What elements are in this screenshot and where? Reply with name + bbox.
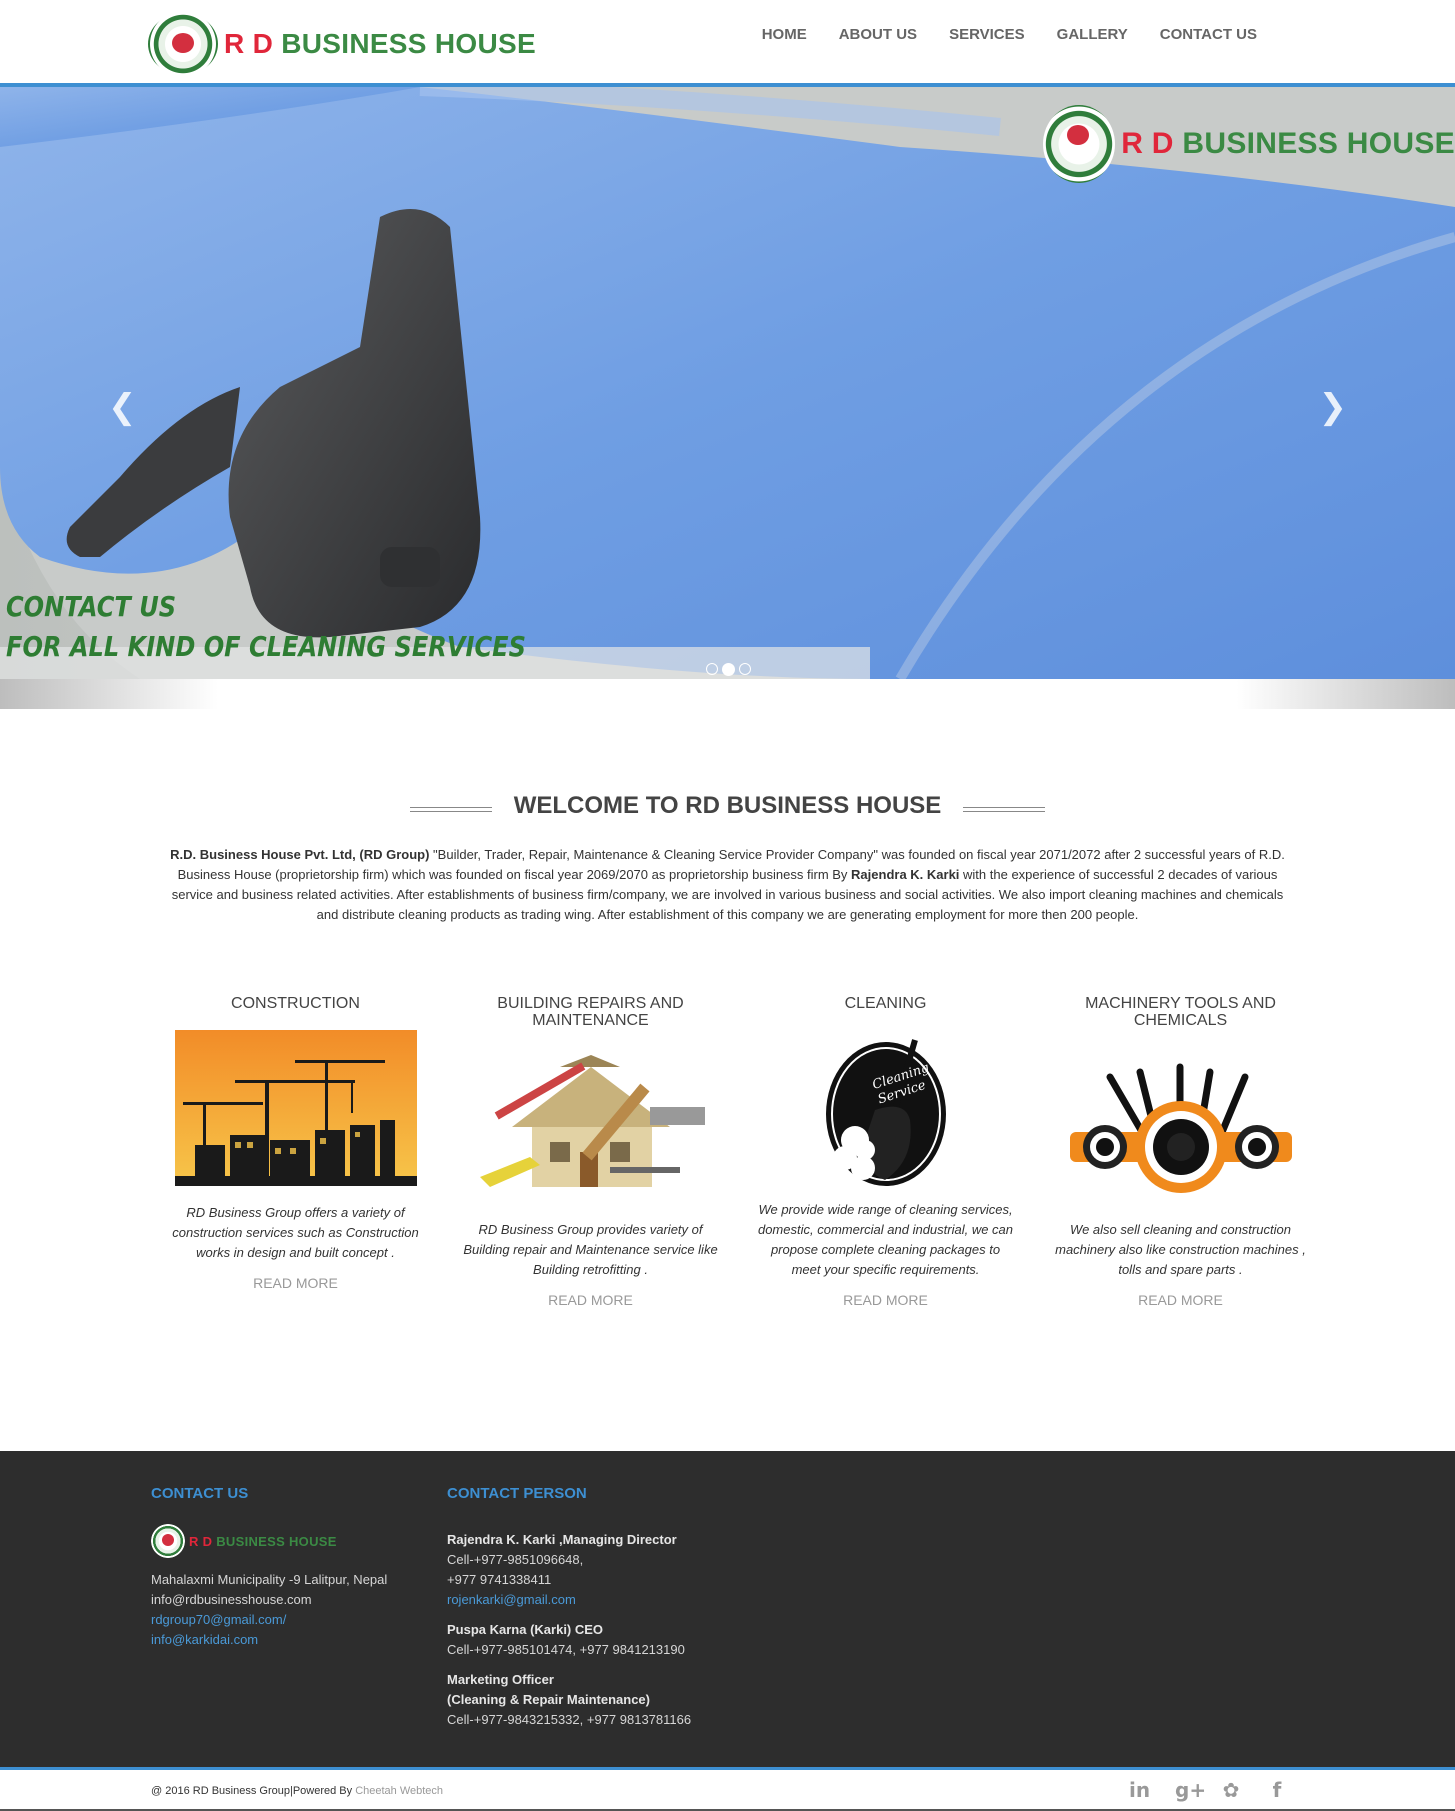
nav-services[interactable]: SERVICES — [949, 26, 1025, 43]
service-title: MACHINERY TOOLS AND CHEMICALS — [1085, 995, 1276, 1029]
contact-person-1: Rajendra K. Karki ,Managing Director Cel… — [447, 1530, 767, 1610]
powered-by-link[interactable]: Cheetah Webtech — [355, 1785, 443, 1797]
slider-shadow — [0, 679, 1455, 709]
cleaning-service-logo-icon: Cleaning Service — [825, 1039, 946, 1186]
copyright-text: @ 2016 RD Business Group|Powered By — [151, 1785, 356, 1797]
welcome-section-title: WELCOME TO RD BUSINESS HOUSE — [0, 792, 1455, 820]
footer-logo-rd: R D — [189, 1533, 213, 1549]
gears-tools-image — [1059, 1047, 1302, 1203]
logo-text: R D BUSINESS HOUSE — [224, 28, 536, 60]
service-description: We also sell cleaning and construction m… — [1055, 1222, 1306, 1277]
slide-logo: R D BUSINESS HOUSE — [1043, 105, 1455, 183]
person1-email[interactable]: rojenkarki@gmail.com — [447, 1590, 767, 1610]
nav-about-us[interactable]: ABOUT US — [839, 26, 917, 43]
person3-cell: Cell-+977-9843215332, +977 9813781166 — [447, 1712, 692, 1727]
slider-dot-1[interactable] — [706, 663, 718, 675]
house-tools-image — [469, 1047, 712, 1203]
nav-contact-us[interactable]: CONTACT US — [1160, 26, 1257, 43]
service-description: RD Business Group offers a variety of co… — [172, 1205, 419, 1260]
intro-company-name: R.D. Business House Pvt. Ltd, (RD Group) — [170, 847, 430, 862]
facebook-icon[interactable]: f — [1267, 1778, 1287, 1802]
logo-business-house: BUSINESS HOUSE — [281, 28, 536, 59]
slider-dot-2[interactable] — [722, 663, 735, 676]
google-plus-icon[interactable]: g+ — [1175, 1778, 1206, 1802]
footer-email: info@rdbusinesshouse.com — [151, 1592, 312, 1607]
footer-contact-person: CONTACT PERSON Rajendra K. Karki ,Managi… — [447, 1485, 767, 1730]
slide-logo-text: R D BUSINESS HOUSE — [1121, 127, 1455, 161]
footer-email-link-2[interactable]: info@karkidai.com — [151, 1630, 411, 1650]
slider-indicators — [706, 663, 751, 676]
service-construction: CONSTRUCTION RD Business Group offers a … — [148, 995, 443, 1310]
slide-logo-seal-icon — [1043, 105, 1116, 183]
slide-logo-rd: R D — [1121, 127, 1174, 160]
footer-logo-business-house: BUSINESS HOUSE — [216, 1533, 337, 1549]
read-more-cleaning[interactable]: READ MORE — [843, 1292, 928, 1308]
slide-caption: CONTACT US FOR ALL KIND OF CLEANING SERV… — [6, 587, 526, 667]
person1-cell: Cell-+977-9851096648, — [447, 1552, 584, 1567]
logo-seal-icon — [148, 13, 218, 75]
site-footer: CONTACT US R D BUSINESS HOUSE Mahalaxmi … — [0, 1451, 1455, 1767]
read-more-construction[interactable]: READ MORE — [253, 1275, 338, 1291]
footer-contact-heading: CONTACT US — [151, 1485, 249, 1502]
intro-founder-name: Rajendra K. Karki — [851, 867, 960, 882]
contact-person-2: Puspa Karna (Karki) CEO Cell-+977-985101… — [447, 1620, 767, 1660]
footer-logo-seal-icon — [151, 1524, 185, 1558]
person2-name: Puspa Karna (Karki) CEO — [447, 1622, 604, 1637]
slide-caption-line2: FOR ALL KIND OF CLEANING SERVICES — [6, 630, 526, 663]
main-nav: HOME ABOUT US SERVICES GALLERY CONTACT U… — [730, 26, 1257, 43]
person3-role: (Cleaning & Repair Maintenance) — [447, 1692, 650, 1707]
person3-name: Marketing Officer — [447, 1672, 554, 1687]
footer-email-link-1[interactable]: rdgroup70@gmail.com/ — [151, 1610, 411, 1630]
chevron-right-icon[interactable]: ❯ — [1319, 387, 1348, 427]
slide-logo-business-house: BUSINESS HOUSE — [1182, 127, 1455, 160]
cleaning-service-image: Cleaning Service — [765, 1030, 1007, 1188]
nav-home[interactable]: HOME — [762, 26, 807, 43]
service-machinery: MACHINERY TOOLS AND CHEMICALS We also se… — [1033, 995, 1328, 1310]
footer-address: Mahalaxmi Municipality -9 Lalitpur, Nepa… — [151, 1572, 388, 1587]
chevron-left-icon[interactable]: ❮ — [108, 387, 137, 427]
service-building-repairs: BUILDING REPAIRS AND MAINTENANCE RD Busi… — [443, 995, 738, 1310]
social-links: in g+ ✿ f — [1103, 1778, 1287, 1802]
bottom-bar: @ 2016 RD Business Group|Powered By Chee… — [0, 1770, 1455, 1811]
service-title: CONSTRUCTION — [231, 995, 360, 1012]
footer-logo-text: R D BUSINESS HOUSE — [189, 1534, 337, 1549]
services-grid: CONSTRUCTION RD Business Group offers a … — [148, 995, 1328, 1310]
contact-person-3: Marketing Officer (Cleaning & Repair Mai… — [447, 1670, 767, 1730]
service-description: We provide wide range of cleaning servic… — [757, 1202, 1014, 1277]
logo-rd: R D — [224, 28, 274, 59]
person1-name: Rajendra K. Karki ,Managing Director — [447, 1532, 677, 1547]
welcome-title: WELCOME TO RD BUSINESS HOUSE — [513, 792, 942, 819]
hero-slider: R D BUSINESS HOUSE CONTACT US FOR ALL KI… — [0, 87, 1455, 679]
slider-dot-3[interactable] — [739, 663, 751, 675]
service-title: CLEANING — [844, 995, 927, 1012]
welcome-intro: R.D. Business House Pvt. Ltd, (RD Group)… — [160, 845, 1295, 925]
slide-caption-line1: CONTACT US — [6, 590, 177, 623]
footer-person-heading: CONTACT PERSON — [447, 1485, 587, 1502]
copyright: @ 2016 RD Business Group|Powered By Chee… — [151, 1785, 443, 1797]
read-more-repairs[interactable]: READ MORE — [548, 1292, 633, 1308]
footer-logo: R D BUSINESS HOUSE — [151, 1524, 411, 1558]
service-cleaning: CLEANING Cleaning Service We provide wid… — [738, 995, 1033, 1310]
person1-cell2: +977 9741338411 — [447, 1572, 552, 1587]
site-header: R D BUSINESS HOUSE HOME ABOUT US SERVICE… — [0, 0, 1455, 84]
site-logo[interactable]: R D BUSINESS HOUSE — [148, 13, 536, 75]
linkedin-icon[interactable]: in — [1129, 1778, 1150, 1802]
footer-contact-us: CONTACT US R D BUSINESS HOUSE Mahalaxmi … — [151, 1485, 411, 1650]
service-description: RD Business Group provides variety of Bu… — [463, 1222, 718, 1277]
twitter-icon[interactable]: ✿ — [1221, 1778, 1241, 1802]
person2-cell: Cell-+977-985101474, +977 9841213190 — [447, 1642, 685, 1657]
service-title: BUILDING REPAIRS AND MAINTENANCE — [497, 995, 684, 1029]
nav-gallery[interactable]: GALLERY — [1057, 26, 1128, 43]
construction-image — [174, 1030, 417, 1186]
read-more-machinery[interactable]: READ MORE — [1138, 1292, 1223, 1308]
